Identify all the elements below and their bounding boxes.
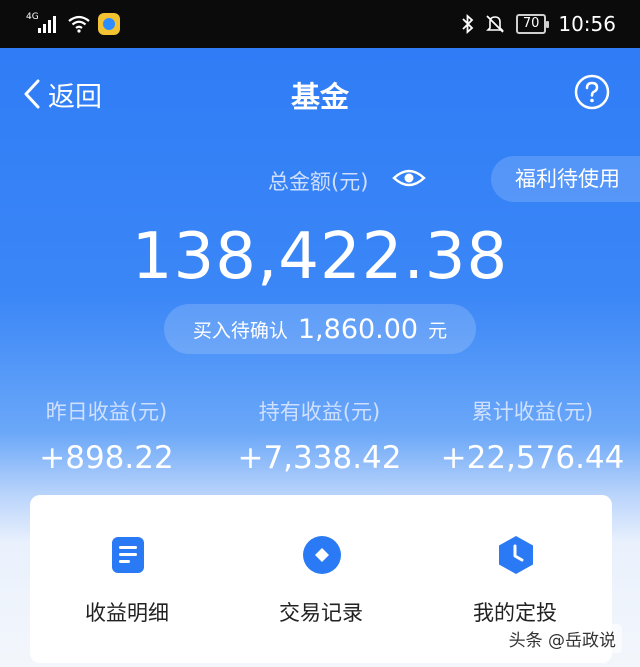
clock: 10:56 xyxy=(558,12,616,36)
action-label: 交易记录 xyxy=(279,601,363,625)
status-left: 4G xyxy=(26,10,120,38)
stat-value: +898.22 xyxy=(39,440,174,476)
stat-value: +22,576.44 xyxy=(440,440,625,476)
eye-icon[interactable] xyxy=(392,164,426,192)
signal-icon xyxy=(38,15,56,33)
action-earnings-detail[interactable]: 收益明细 xyxy=(30,495,224,663)
stat-label: 昨日收益(元) xyxy=(45,400,168,424)
total-amount: 138,422.38 xyxy=(131,220,509,294)
pending-unit: 元 xyxy=(428,319,448,342)
stat-value: +7,338.42 xyxy=(237,440,402,476)
network-type: 4G xyxy=(26,12,39,22)
stat-holding[interactable]: 持有收益(元) +7,338.42 xyxy=(213,396,426,476)
app-notification-icon xyxy=(98,13,120,35)
bluetooth-icon xyxy=(462,14,474,34)
earnings-stats: 昨日收益(元) +898.22 持有收益(元) +7,338.42 累计收益(元… xyxy=(0,396,640,486)
diamond-circle-icon xyxy=(303,536,341,574)
action-label: 我的定投 xyxy=(473,601,557,625)
stat-yesterday[interactable]: 昨日收益(元) +898.22 xyxy=(0,396,213,476)
action-transaction-records[interactable]: 交易记录 xyxy=(224,495,418,663)
page-title: 基金 xyxy=(290,80,349,114)
pending-amount: 1,860.00 xyxy=(297,313,419,345)
stat-cumulative[interactable]: 累计收益(元) +22,576.44 xyxy=(426,396,639,476)
total-label: 总金额(元) xyxy=(268,170,369,194)
stat-label: 累计收益(元) xyxy=(471,400,594,424)
welfare-button[interactable]: 福利待使用 xyxy=(491,156,640,202)
document-icon xyxy=(112,537,144,573)
nav-bar: 返回 基金 xyxy=(0,48,640,140)
watermark: 头条 @岳政说 xyxy=(502,624,622,653)
battery-icon: 70 xyxy=(515,14,549,34)
pending-label: 买入待确认 xyxy=(192,319,288,342)
mute-bell-icon xyxy=(485,15,504,33)
clock-hexagon-icon xyxy=(499,536,533,574)
stat-label: 持有收益(元) xyxy=(258,400,381,424)
status-bar: 4G 70 10:56 xyxy=(0,0,640,48)
wifi-icon xyxy=(68,15,90,33)
status-right: 70 10:56 xyxy=(462,10,616,38)
action-label: 收益明细 xyxy=(85,601,169,625)
pending-confirm-pill[interactable]: 买入待确认 1,860.00 元 xyxy=(164,304,476,354)
help-icon[interactable] xyxy=(574,74,610,110)
total-row: 总金额(元) 福利待使用 xyxy=(0,156,640,202)
